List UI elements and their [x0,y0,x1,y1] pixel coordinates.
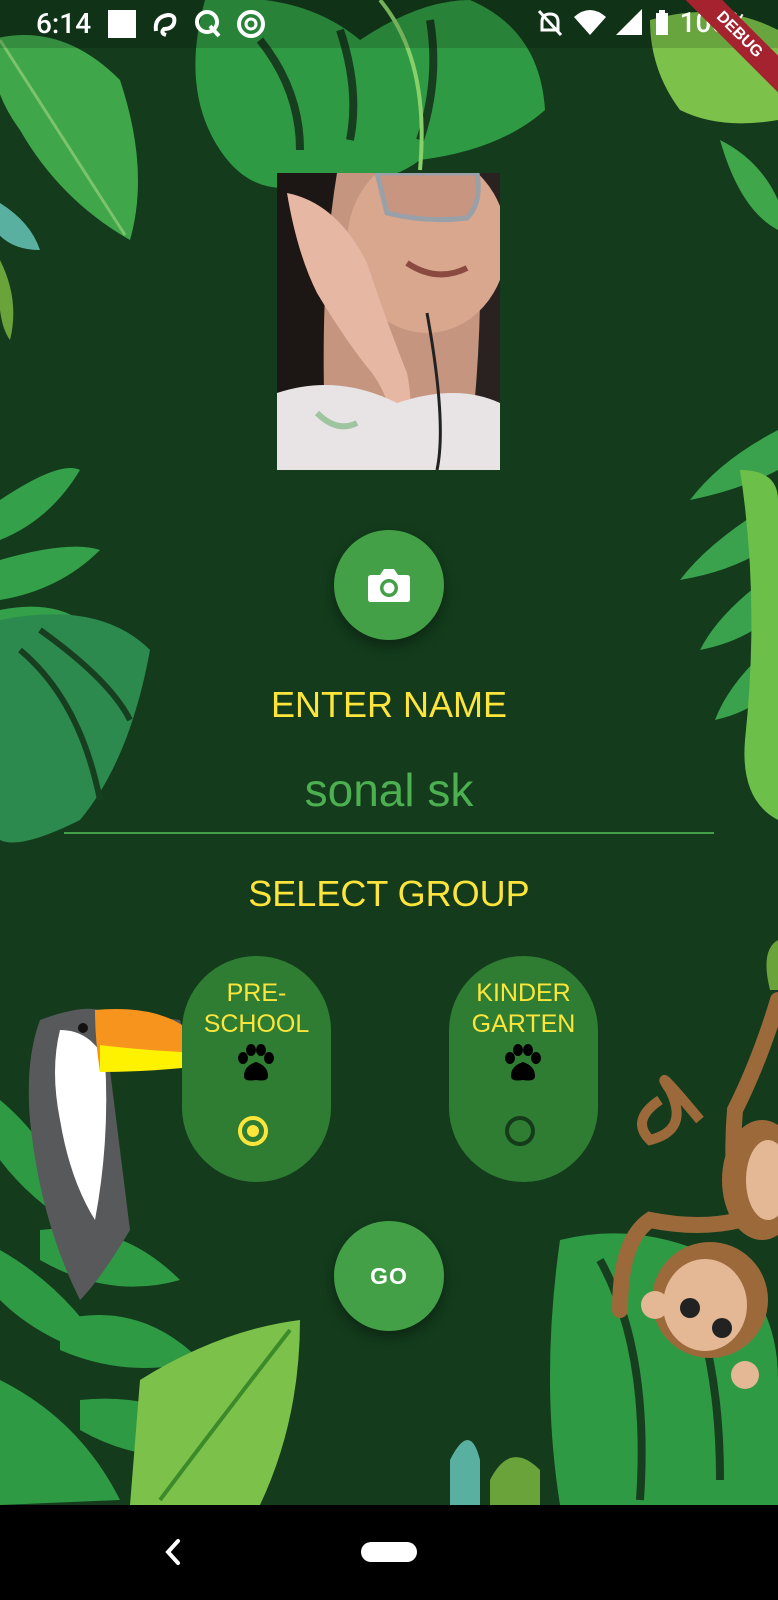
camera-button[interactable] [334,530,444,640]
profile-photo [277,173,500,470]
paw-icon [505,1044,541,1081]
back-icon[interactable] [160,1535,184,1569]
group-option-preschool[interactable]: PRE- SCHOOL [182,956,331,1182]
airtel-icon [153,12,177,37]
wifi-icon [573,9,606,35]
photo-image [277,173,500,470]
group-option-kindergarten[interactable]: KINDER GARTEN [449,956,598,1182]
group-option-label: PRE- SCHOOL [203,979,310,1038]
navigation-bar [0,1505,778,1600]
camera-icon [368,569,410,602]
q-app-icon [195,10,221,38]
status-time: 6:14 [36,7,92,40]
go-button[interactable]: GO [334,1221,444,1331]
square-notification-icon [108,10,136,38]
battery-icon [655,9,668,35]
paw-icon [238,1044,274,1081]
preschool-radio[interactable] [238,1116,268,1146]
status-bar: 6:14 100% DEBUG [0,0,778,105]
kindergarten-radio[interactable] [505,1116,535,1146]
enter-name-heading: ENTER NAME [270,684,508,725]
group-option-label: KINDER GARTEN [471,979,576,1038]
notification-icons [108,9,266,39]
name-input[interactable] [64,748,714,834]
home-pill-icon[interactable] [361,1542,417,1562]
at-app-icon [237,10,265,38]
go-button-label: GO [370,1262,408,1289]
muted-bell-icon [537,9,562,36]
signal-icon [615,8,642,35]
select-group-heading: SELECT GROUP [248,873,530,914]
